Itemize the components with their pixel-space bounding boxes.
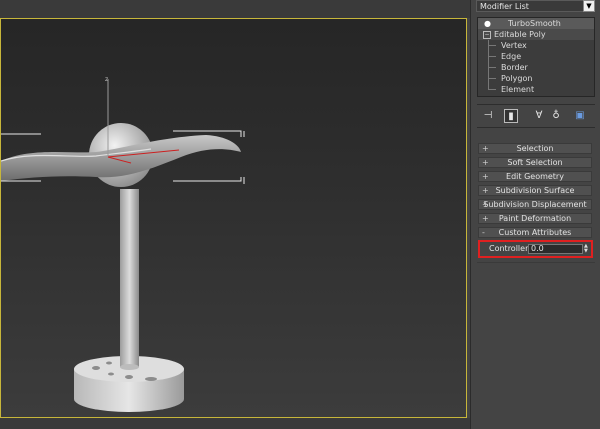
controller-label: Controller: xyxy=(489,244,531,253)
stack-item-label: TurboSmooth xyxy=(508,19,561,28)
stack-toolbar: ⊣ ▮ ∀ ♁ ▣ xyxy=(477,104,595,128)
fan-pole xyxy=(120,189,139,370)
dropdown-arrow-icon[interactable]: ▼ xyxy=(583,0,595,12)
rollout-subdivision-surface[interactable]: + Subdivision Surface xyxy=(478,185,592,196)
panel-divider xyxy=(477,262,595,263)
stack-subobject-border[interactable]: Border xyxy=(478,62,594,73)
stack-subobject-vertex[interactable]: Vertex xyxy=(478,40,594,51)
controller-attribute-row: Controller: 0.0 ▲ ▼ xyxy=(478,240,593,258)
stack-subobject-polygon[interactable]: Polygon xyxy=(478,73,594,84)
collapse-icon[interactable]: − xyxy=(483,31,491,39)
stack-item-turbosmooth[interactable]: ● TurboSmooth xyxy=(478,18,594,29)
lightbulb-icon[interactable]: ● xyxy=(484,18,492,29)
viewport-top-strip xyxy=(0,0,470,18)
modifier-stack[interactable]: ● TurboSmooth − Editable Poly Vertex Edg… xyxy=(477,17,595,97)
stack-item-label: Editable Poly xyxy=(494,30,546,39)
make-unique-icon[interactable]: ∀ xyxy=(532,109,546,123)
perspective-viewport[interactable]: z xyxy=(0,18,467,418)
stack-subobject-element[interactable]: Element xyxy=(478,84,594,95)
show-end-result-icon[interactable]: ▮ xyxy=(504,109,518,123)
controller-value-field[interactable]: 0.0 xyxy=(528,244,583,254)
modifier-list-dropdown[interactable]: Modifier List ▼ xyxy=(476,0,595,12)
rollout-paint-deformation[interactable]: + Paint Deformation xyxy=(478,213,592,224)
rollout-selection[interactable]: + Selection xyxy=(478,143,592,154)
rollout-soft-selection[interactable]: + Soft Selection xyxy=(478,157,592,168)
scene: z xyxy=(1,76,245,412)
modifier-list-label: Modifier List xyxy=(480,2,529,11)
rollout-custom-attributes[interactable]: - Custom Attributes xyxy=(478,227,592,238)
rollout-edit-geometry[interactable]: + Edit Geometry xyxy=(478,171,592,182)
pin-stack-icon[interactable]: ⊣ xyxy=(481,109,495,123)
stack-subobject-edge[interactable]: Edge xyxy=(478,51,594,62)
stack-item-editable-poly[interactable]: − Editable Poly xyxy=(478,29,594,40)
remove-modifier-icon[interactable]: ♁ xyxy=(549,109,563,123)
viewport-bottom-strip xyxy=(0,418,470,429)
axis-z-label: z xyxy=(105,76,108,83)
rollout-subdivision-displacement[interactable]: + Subdivision Displacement xyxy=(478,199,592,210)
spinner-arrows-icon[interactable]: ▲ ▼ xyxy=(584,244,590,254)
configure-modifier-sets-icon[interactable]: ▣ xyxy=(573,109,587,123)
